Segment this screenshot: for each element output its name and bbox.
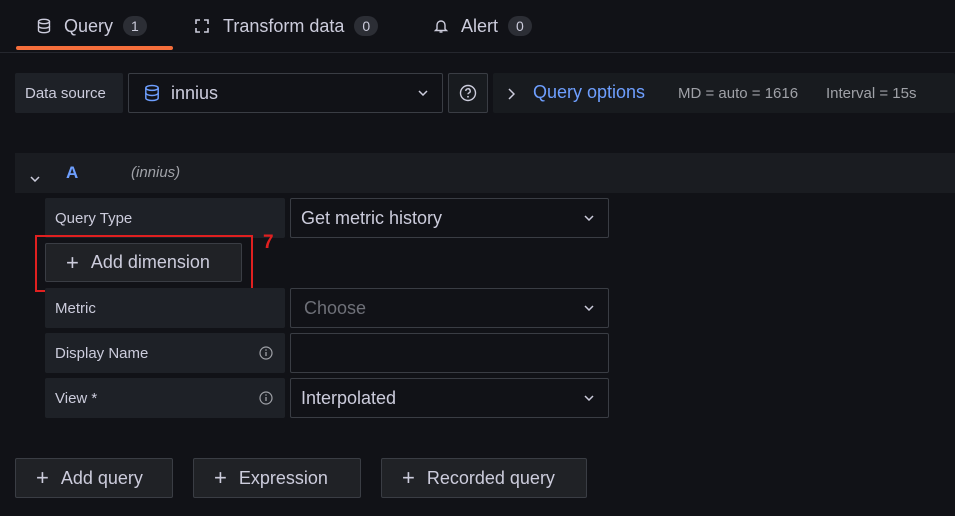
display-name-label: Display Name: [55, 344, 149, 362]
query-refid: A: [66, 163, 79, 182]
plus-icon: +: [214, 465, 227, 490]
query-row-header[interactable]: A (innius): [15, 153, 955, 193]
view-select[interactable]: Interpolated: [290, 378, 609, 418]
add-query-button[interactable]: + Add query: [15, 458, 173, 498]
tab-alert-label: Alert: [461, 15, 499, 36]
tab-query[interactable]: Query 1: [36, 0, 147, 52]
query-type-select[interactable]: Get metric history: [290, 198, 609, 238]
query-options-bar[interactable]: Query options MD = auto = 1616 Interval …: [493, 73, 955, 113]
annotation-highlight-box: [35, 235, 253, 292]
transform-icon: [193, 17, 211, 35]
annotation-number: 7: [263, 232, 274, 253]
chevron-right-icon: [507, 87, 516, 105]
tab-query-label: Query: [64, 15, 114, 36]
display-name-input[interactable]: [290, 333, 609, 373]
chevron-down-icon: [584, 393, 594, 403]
query-type-value: Get metric history: [301, 207, 443, 228]
info-icon[interactable]: [259, 391, 273, 405]
view-label-box: View *: [45, 378, 285, 418]
chevron-down-icon: [418, 88, 428, 98]
add-query-label: Add query: [60, 467, 143, 488]
chevron-down-icon: [584, 213, 594, 223]
recorded-query-button[interactable]: + Recorded query: [381, 458, 587, 498]
expression-label: Expression: [238, 467, 328, 488]
tab-alert-count: 0: [508, 16, 532, 36]
datasource-picker[interactable]: innius: [128, 73, 443, 113]
metric-placeholder: Choose: [304, 297, 367, 318]
info-icon[interactable]: [259, 346, 273, 360]
plus-icon: +: [36, 465, 49, 490]
tab-alert[interactable]: Alert 0: [433, 0, 532, 52]
view-value: Interpolated: [301, 387, 397, 408]
tab-transform-data[interactable]: Transform data 0: [193, 0, 379, 52]
metric-label: Metric: [45, 288, 285, 328]
recorded-query-label: Recorded query: [426, 467, 555, 488]
query-type-label: Query Type: [45, 198, 285, 238]
help-button[interactable]: [448, 73, 488, 113]
plus-icon: +: [402, 465, 415, 490]
max-datapoints-info: MD = auto = 1616: [678, 85, 799, 102]
datasource-value: innius: [171, 82, 219, 103]
tab-query-count: 1: [123, 16, 147, 36]
query-datasource-name: (innius): [131, 164, 181, 181]
bell-icon: [433, 18, 449, 34]
tab-transform-count: 0: [354, 16, 379, 36]
database-icon: [36, 18, 52, 34]
query-options-label: Query options: [533, 82, 646, 102]
tab-transform-label: Transform data: [223, 15, 345, 36]
help-icon: [459, 84, 477, 102]
interval-info: Interval = 15s: [826, 85, 917, 102]
collapse-chevron-icon[interactable]: [30, 169, 40, 187]
view-label: View *: [55, 389, 98, 407]
metric-select[interactable]: Choose: [290, 288, 609, 328]
datasource-label: Data source: [15, 73, 123, 113]
expression-button[interactable]: + Expression: [193, 458, 361, 498]
database-icon: [143, 84, 161, 102]
active-tab-indicator: [16, 46, 173, 50]
display-name-label-box: Display Name: [45, 333, 285, 373]
chevron-down-icon: [584, 303, 594, 313]
